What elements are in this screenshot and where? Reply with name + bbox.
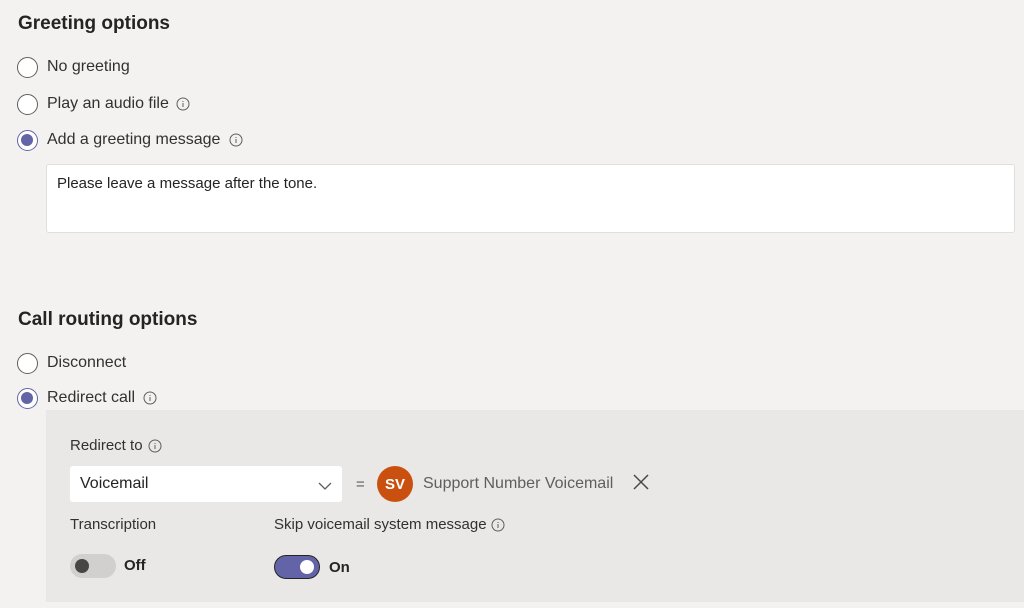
radio-redirect-call[interactable]: Redirect call — [17, 386, 157, 410]
info-icon[interactable] — [148, 439, 162, 453]
redirect-target-name: Support Number Voicemail — [423, 475, 614, 492]
skip-voicemail-text: Skip voicemail system message — [274, 516, 487, 533]
equals-sign: = — [356, 476, 365, 493]
radio-add-greeting-message[interactable]: Add a greeting message — [17, 128, 243, 152]
skip-voicemail-toggle[interactable] — [274, 555, 320, 579]
radio-button-selected[interactable] — [17, 129, 38, 151]
radio-button[interactable] — [17, 93, 38, 115]
dropdown-selected-value: Voicemail — [80, 475, 149, 492]
call-routing-options-title: Call routing options — [18, 309, 198, 330]
radio-disconnect[interactable]: Disconnect — [17, 351, 126, 375]
radio-no-greeting[interactable]: No greeting — [17, 55, 130, 79]
radio-button-selected[interactable] — [17, 387, 38, 409]
greeting-options-title: Greeting options — [18, 13, 170, 34]
radio-label: No greeting — [47, 58, 130, 75]
skip-voicemail-label: Skip voicemail system message — [274, 516, 505, 533]
redirect-to-text: Redirect to — [70, 437, 143, 454]
remove-target-button[interactable] — [630, 473, 652, 495]
radio-label: Disconnect — [47, 354, 127, 371]
redirect-settings-panel — [46, 410, 1024, 602]
radio-button[interactable] — [17, 352, 38, 374]
radio-play-audio-file[interactable]: Play an audio file — [17, 92, 190, 116]
info-icon[interactable] — [143, 391, 157, 405]
radio-label: Play an audio file — [47, 95, 169, 112]
greeting-message-input[interactable]: Please leave a message after the tone. — [46, 164, 1015, 233]
info-icon[interactable] — [229, 133, 243, 147]
radio-label: Redirect call — [47, 389, 136, 406]
transcription-toggle[interactable] — [70, 554, 116, 578]
transcription-label: Transcription — [70, 516, 157, 533]
info-icon[interactable] — [176, 97, 190, 111]
info-icon[interactable] — [491, 518, 505, 532]
toggle-knob — [300, 559, 314, 574]
radio-label: Add a greeting message — [47, 131, 221, 148]
redirect-to-label: Redirect to — [70, 437, 162, 454]
transcription-state: Off — [124, 557, 146, 574]
redirect-to-dropdown[interactable]: Voicemail — [70, 466, 342, 502]
radio-button[interactable] — [17, 56, 38, 78]
skip-voicemail-state: On — [329, 559, 350, 576]
avatar: SV — [377, 466, 413, 502]
close-icon — [632, 473, 650, 496]
chevron-down-icon — [318, 478, 332, 496]
toggle-knob — [75, 559, 89, 573]
